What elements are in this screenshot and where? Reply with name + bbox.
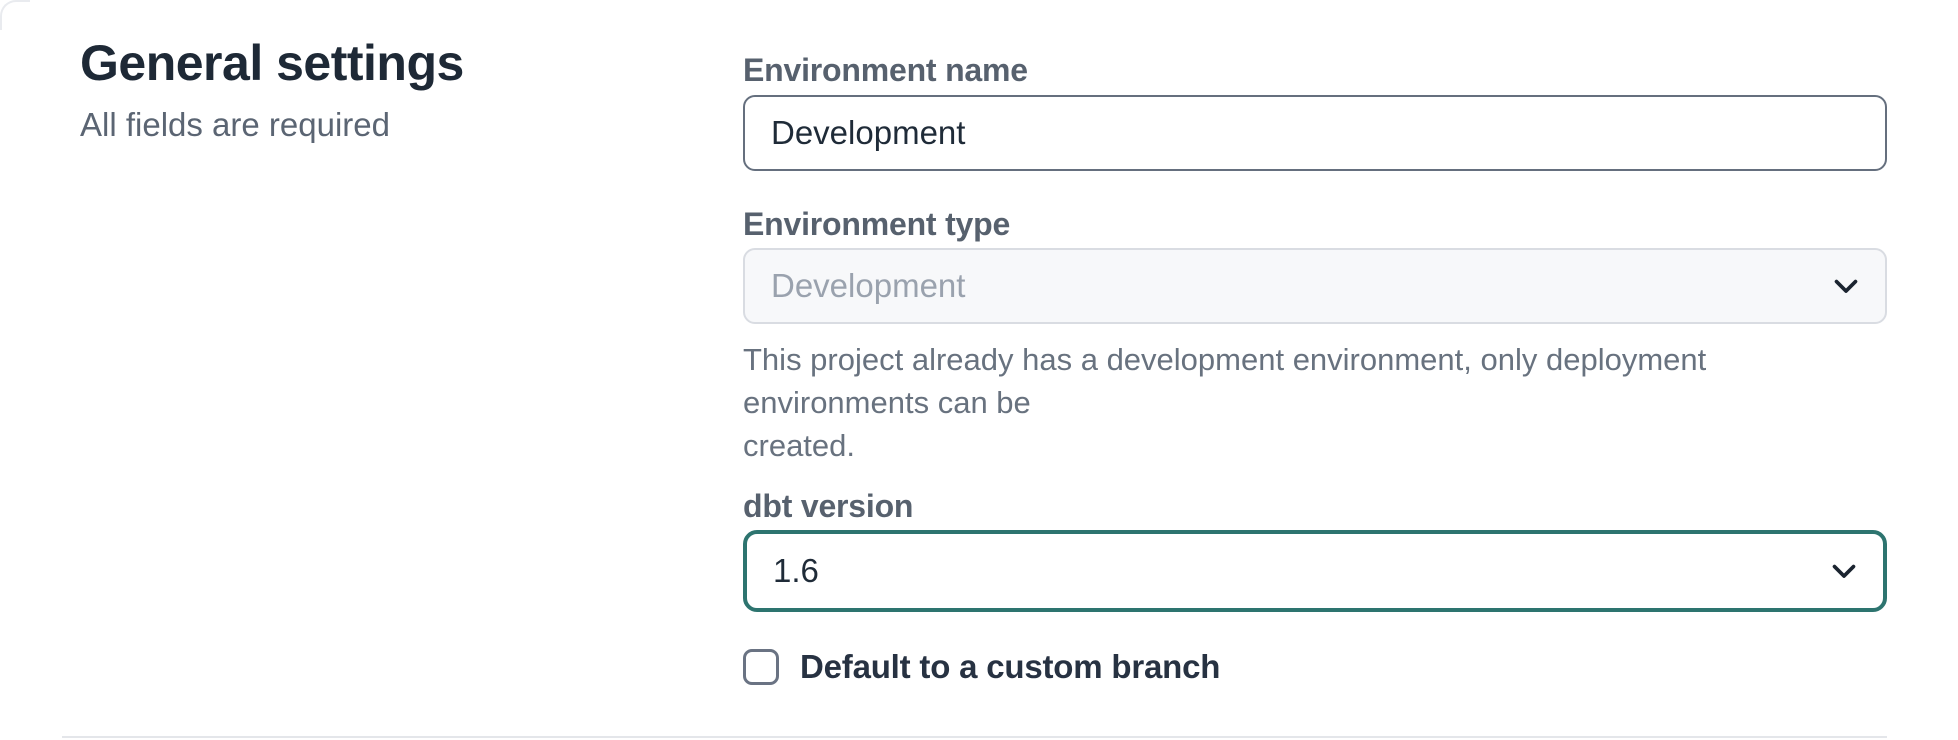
- help-line-1: This project already has a development e…: [743, 342, 1706, 420]
- card-corner: [0, 0, 30, 30]
- custom-branch-checkbox[interactable]: [743, 649, 779, 685]
- dbt-version-value: 1.6: [773, 552, 819, 590]
- environment-name-input[interactable]: [743, 95, 1887, 171]
- environment-type-label: Environment type: [743, 204, 1887, 244]
- general-settings-form: Environment name Environment type Develo…: [743, 0, 1887, 686]
- section-header: General settings All fields are required: [80, 34, 640, 145]
- help-line-2: created.: [743, 428, 855, 463]
- dbt-version-label: dbt version: [743, 486, 1887, 526]
- chevron-down-icon: [1825, 552, 1863, 590]
- custom-branch-row[interactable]: Default to a custom branch: [743, 648, 1887, 686]
- environment-type-help: This project already has a development e…: [743, 338, 1887, 467]
- section-divider: [62, 736, 1887, 738]
- dbt-version-select[interactable]: 1.6: [743, 530, 1887, 612]
- chevron-down-icon: [1827, 267, 1865, 305]
- environment-name-label: Environment name: [743, 50, 1887, 90]
- custom-branch-label: Default to a custom branch: [800, 648, 1220, 686]
- environment-type-value: Development: [771, 267, 965, 305]
- environment-type-select[interactable]: Development: [743, 248, 1887, 324]
- section-subtitle: All fields are required: [80, 105, 640, 145]
- page-title: General settings: [80, 34, 640, 92]
